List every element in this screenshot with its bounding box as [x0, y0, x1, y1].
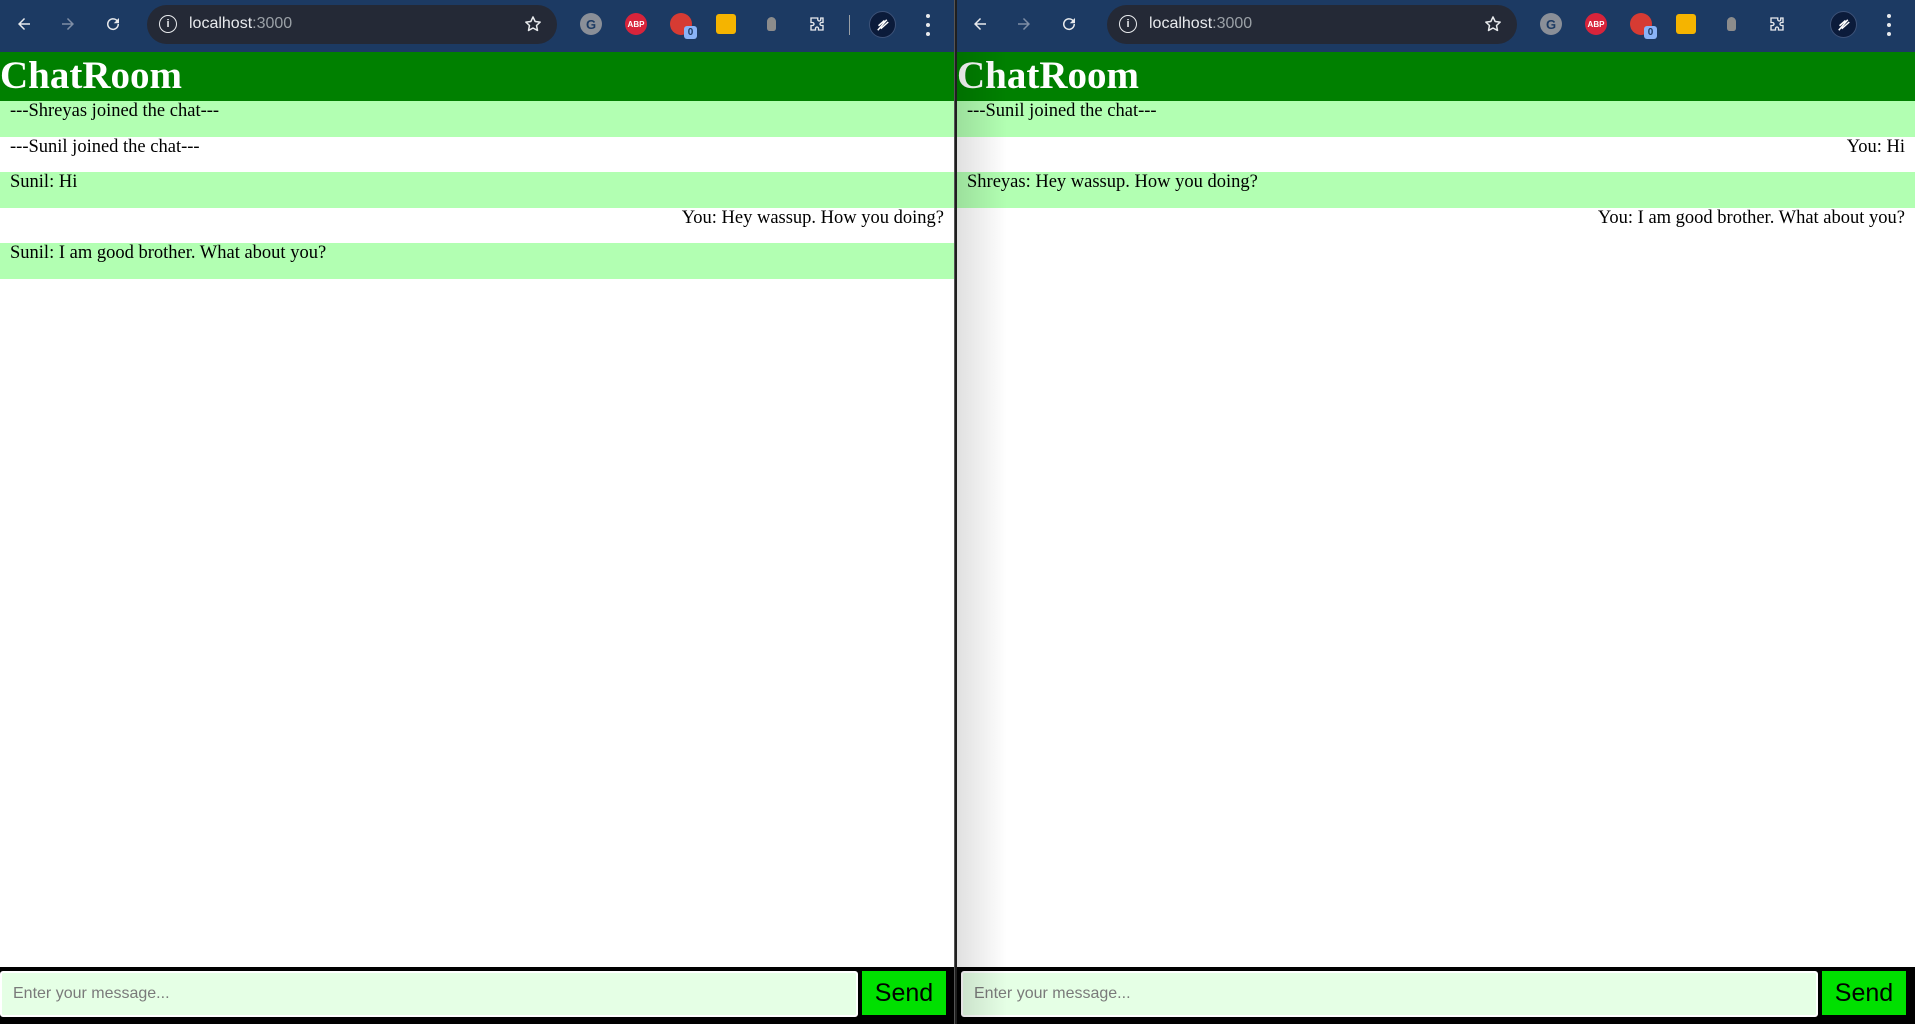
bulb-icon[interactable] — [1726, 13, 1736, 35]
sent-message: You: Hi — [1846, 136, 1905, 157]
system-message: ---Sunil joined the chat--- — [957, 101, 1915, 137]
browser-menu-icon[interactable] — [1886, 14, 1892, 36]
forward-icon[interactable] — [56, 12, 80, 36]
bulb-icon[interactable] — [766, 13, 776, 35]
site-info-icon[interactable]: i — [1119, 15, 1137, 33]
message-input[interactable] — [0, 971, 858, 1017]
extension-badge: 0 — [684, 26, 697, 39]
back-icon[interactable] — [12, 12, 36, 36]
browser-window-left: i localhost:3000 G ABP 0 ChatRoom ---Shr… — [0, 0, 955, 1024]
site-info-icon[interactable]: i — [159, 15, 177, 33]
reload-icon[interactable] — [1057, 12, 1081, 36]
red-extension-icon[interactable]: 0 — [670, 13, 697, 39]
received-message: Shreyas: Hey wassup. How you doing? — [957, 172, 1915, 208]
send-button[interactable]: Send — [1822, 971, 1906, 1015]
browser-toolbar: i localhost:3000 G ABP 0 — [957, 0, 1915, 52]
puzzle-extensions-icon[interactable] — [1765, 12, 1789, 36]
chat-app: ChatRoom ---Shreyas joined the chat--- -… — [0, 52, 954, 1024]
keep-icon[interactable] — [716, 14, 736, 34]
toolbar-divider — [849, 15, 850, 35]
back-icon[interactable] — [968, 12, 992, 36]
keep-icon[interactable] — [1676, 14, 1696, 34]
profile-avatar-icon[interactable] — [869, 11, 896, 38]
address-url: localhost:3000 — [1149, 15, 1253, 32]
message-composer: Send — [0, 967, 954, 1024]
extension-badge: 0 — [1644, 26, 1657, 39]
chat-app: ChatRoom ---Sunil joined the chat--- You… — [957, 52, 1915, 1024]
browser-window-right: i localhost:3000 G ABP 0 ChatRoom ---Sun… — [957, 0, 1915, 1024]
address-url: localhost:3000 — [189, 15, 293, 32]
chat-title: ChatRoom — [957, 52, 1915, 101]
red-extension-icon[interactable]: 0 — [1630, 13, 1657, 39]
bookmark-star-icon[interactable] — [1483, 14, 1503, 34]
adblock-plus-icon[interactable]: ABP — [1585, 13, 1607, 35]
sent-message: You: I am good brother. What about you? — [1597, 207, 1905, 228]
message-composer: Send — [957, 967, 1915, 1024]
send-button[interactable]: Send — [862, 971, 946, 1015]
received-message: Sunil: Hi — [0, 172, 954, 208]
message-input[interactable] — [961, 971, 1818, 1017]
browser-toolbar: i localhost:3000 G ABP 0 — [0, 0, 954, 52]
chat-title: ChatRoom — [0, 52, 954, 101]
sent-message: You: Hey wassup. How you doing? — [681, 207, 944, 228]
profile-avatar-icon[interactable] — [1830, 11, 1857, 38]
message-list: ---Sunil joined the chat--- You: Hi Shre… — [957, 101, 1915, 243]
system-message: ---Sunil joined the chat--- — [10, 136, 200, 157]
system-message: ---Shreyas joined the chat--- — [0, 101, 954, 137]
grammarly-icon[interactable]: G — [1540, 13, 1562, 35]
reload-icon[interactable] — [101, 12, 125, 36]
bookmark-star-icon[interactable] — [523, 14, 543, 34]
puzzle-extensions-icon[interactable] — [805, 12, 829, 36]
received-message: Sunil: I am good brother. What about you… — [0, 243, 954, 279]
address-bar[interactable]: i localhost:3000 — [147, 5, 557, 44]
address-bar[interactable]: i localhost:3000 — [1107, 5, 1517, 44]
grammarly-icon[interactable]: G — [580, 13, 602, 35]
adblock-plus-icon[interactable]: ABP — [625, 13, 647, 35]
message-list: ---Shreyas joined the chat--- ---Sunil j… — [0, 101, 954, 279]
forward-icon[interactable] — [1012, 12, 1036, 36]
browser-menu-icon[interactable] — [925, 14, 931, 36]
